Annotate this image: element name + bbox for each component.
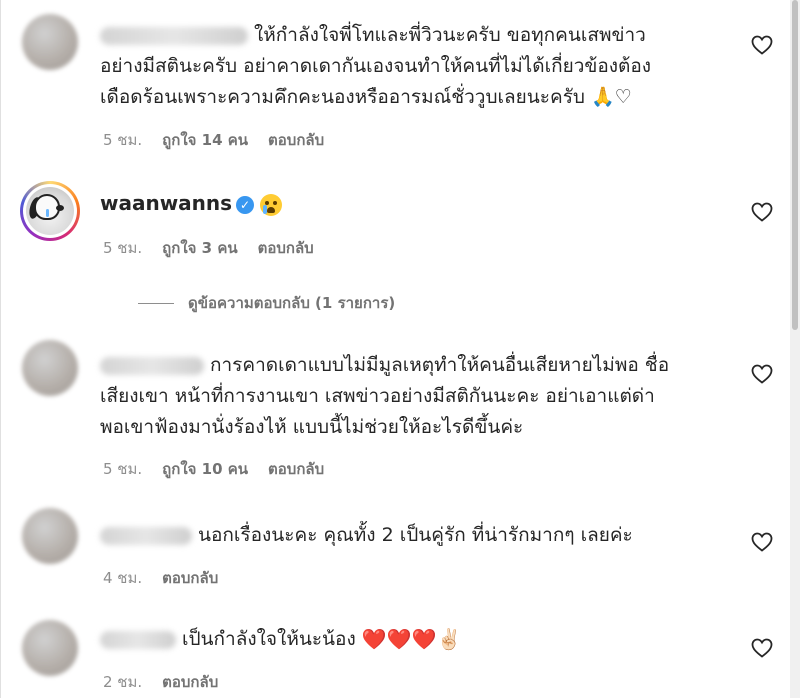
emoji-hearts-peace: ❤️❤️❤️✌🏻 [361, 627, 462, 651]
comment-time: 4 ชม. [103, 569, 143, 587]
username[interactable]: waanwanns [100, 191, 232, 215]
heart-outline-icon[interactable] [750, 636, 774, 660]
comment-text: เป็นกำลังใจให้นะน้อง ❤️❤️❤️✌🏻 [100, 624, 740, 655]
comment-meta: 2 ชม. ตอบกลับ [103, 670, 218, 694]
comment-text: นอกเรื่องนะคะ คุณทั้ง 2 เป็นคู่รัก ที่น่… [100, 520, 740, 551]
reply-button[interactable]: ตอบกลับ [162, 670, 218, 694]
comment-time: 5 ชม. [103, 460, 143, 478]
username-blurred[interactable] [100, 356, 204, 375]
reply-button[interactable]: ตอบกลับ [268, 457, 324, 481]
avatar[interactable] [22, 508, 78, 564]
heart-outline-icon[interactable] [750, 200, 774, 224]
comment-text: การคาดเดาแบบไม่มีมูลเหตุทำให้คนอื่นเสียห… [100, 354, 670, 438]
verified-badge-icon: ✓ [236, 195, 255, 214]
comment-time: 5 ชม. [103, 239, 143, 257]
comment-time: 2 ชม. [103, 673, 143, 691]
avatar[interactable] [22, 14, 78, 70]
comments-list: ให้กำลังใจพี่โทและพี่วิวนะครับ ขอทุกคนเส… [0, 0, 790, 698]
username-blurred[interactable] [100, 26, 248, 45]
heart-outline-icon[interactable] [750, 362, 774, 386]
loudly-crying-face-icon [260, 193, 283, 216]
avatar[interactable] [22, 620, 78, 676]
comment-time: 5 ชม. [103, 131, 143, 149]
avatar[interactable] [22, 340, 78, 396]
heart-outline-icon[interactable] [750, 530, 774, 554]
view-replies-button[interactable]: ดูข้อความตอบกลับ (1 รายการ) [138, 291, 395, 315]
scrollbar[interactable] [790, 0, 800, 698]
heart-outline-icon[interactable] [750, 33, 774, 57]
comment-text: ให้กำลังใจพี่โทและพี่วิวนะครับ ขอทุกคนเส… [100, 24, 652, 108]
likes-count[interactable]: ถูกใจ 3 คน [162, 236, 237, 260]
comment-meta: 4 ชม. ตอบกลับ [103, 566, 218, 590]
likes-count[interactable]: ถูกใจ 10 คน [162, 457, 248, 481]
comment-meta: 5 ชม. ถูกใจ 14 คน ตอบกลับ [103, 128, 324, 152]
likes-count[interactable]: ถูกใจ 14 คน [162, 128, 248, 152]
reply-button[interactable]: ตอบกลับ [268, 128, 324, 152]
comment-text: waanwanns ✓ [100, 188, 740, 220]
comment-meta: 5 ชม. ถูกใจ 3 คน ตอบกลับ [103, 236, 314, 260]
reply-button[interactable]: ตอบกลับ [162, 566, 218, 590]
snoopy-avatar-image [26, 187, 74, 235]
username-blurred[interactable] [100, 630, 176, 649]
username-blurred[interactable] [100, 526, 192, 545]
avatar-story-ring[interactable] [20, 181, 80, 241]
praying-hands-heart-emoji: 🙏♡ [591, 86, 632, 108]
reply-button[interactable]: ตอบกลับ [258, 236, 314, 260]
divider-line [138, 302, 174, 304]
scrollbar-thumb[interactable] [792, 0, 798, 330]
comment-meta: 5 ชม. ถูกใจ 10 คน ตอบกลับ [103, 457, 324, 481]
